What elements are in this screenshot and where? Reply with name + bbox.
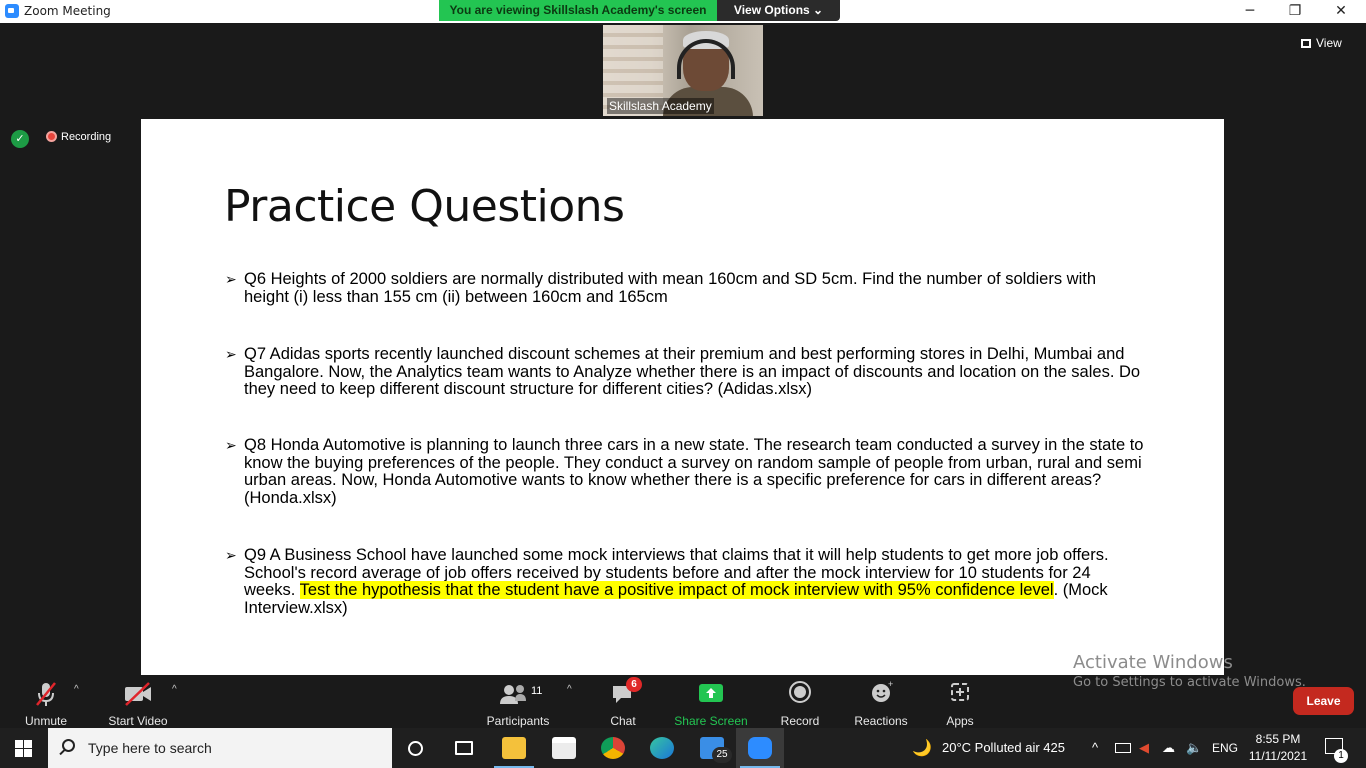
view-options-button[interactable]: View Options ⌄ [717, 0, 840, 21]
shared-screen-slide: Practice Questions ➢ Q6 Heights of 2000 … [141, 119, 1224, 675]
volume-icon[interactable]: 🔈 [1186, 740, 1202, 756]
audio-options-caret[interactable]: ^ [74, 684, 79, 695]
activate-subtitle: Go to Settings to activate Windows. [1073, 675, 1306, 690]
unmute-button[interactable]: Unmute [18, 680, 74, 728]
activate-windows-watermark: Activate Windows Go to Settings to activ… [1073, 652, 1306, 690]
arrow-bullet-icon: ➢ [225, 346, 237, 362]
record-button[interactable]: Record [778, 680, 822, 728]
folder-icon [502, 737, 526, 759]
question-text: Q8 Honda Automotive is planning to launc… [244, 436, 1144, 507]
edge-taskbar-item[interactable] [638, 728, 686, 768]
show-hidden-icons-chevron-icon[interactable]: ^ [1092, 740, 1098, 755]
recording-indicator[interactable]: Recording [46, 131, 111, 143]
question-text: Q9 A Business School have launched some … [244, 546, 1144, 617]
record-label: Record [780, 714, 820, 728]
language-indicator[interactable]: ENG [1212, 741, 1238, 755]
reactions-label: Reactions [854, 714, 908, 728]
apps-button[interactable]: Apps [940, 680, 980, 728]
slide-title: Practice Questions [224, 181, 625, 232]
video-off-icon [104, 680, 172, 708]
arrow-bullet-icon: ➢ [225, 547, 237, 563]
zoom-camera-icon [748, 737, 772, 759]
mail-taskbar-item[interactable]: 25 [688, 728, 736, 768]
chrome-icon [601, 737, 625, 759]
arrow-bullet-icon: ➢ [225, 437, 237, 453]
highlighted-text: Test the hypothesis that the student hav… [299, 581, 1054, 599]
view-label: View [1316, 36, 1342, 50]
chat-label: Chat [610, 714, 636, 728]
video-options-caret[interactable]: ^ [172, 684, 177, 695]
task-view-button[interactable] [440, 728, 488, 768]
restore-button[interactable]: ❐ [1272, 0, 1318, 23]
security-shield-icon[interactable]: ✓ [11, 130, 29, 148]
chat-bubble-icon: 6 [603, 677, 643, 708]
search-icon [62, 739, 75, 752]
viewing-screen-banner: You are viewing Skillslash Academy's scr… [439, 0, 717, 21]
file-explorer-taskbar-item[interactable] [490, 728, 538, 768]
unmute-label: Unmute [24, 714, 68, 728]
participant-video-thumbnail[interactable]: Skillslash Academy [603, 25, 763, 116]
muted-microphone-icon [18, 680, 74, 708]
participants-label: Participants [486, 714, 550, 728]
store-taskbar-item[interactable] [540, 728, 588, 768]
speaker-muted-icon[interactable]: ◀ [1139, 740, 1149, 756]
weather-text[interactable]: 20°C Polluted air 425 [942, 740, 1065, 755]
start-video-label: Start Video [108, 714, 168, 728]
edge-icon [650, 737, 674, 759]
participants-icon: 11 [484, 680, 552, 708]
task-view-icon [455, 741, 473, 755]
chrome-taskbar-item[interactable] [589, 728, 637, 768]
arrow-bullet-icon: ➢ [225, 271, 237, 287]
recording-dot-icon [46, 131, 57, 142]
leave-meeting-button[interactable]: Leave [1293, 687, 1354, 715]
cloud-icon[interactable]: ☁ [1162, 740, 1175, 756]
clock-date: 11/11/2021 [1248, 749, 1308, 763]
cortana-button[interactable] [392, 728, 440, 768]
zoom-taskbar-item[interactable] [736, 728, 784, 768]
cortana-circle-icon [408, 741, 423, 756]
smiley-icon: + [852, 679, 910, 708]
zoom-logo-icon [5, 4, 19, 18]
notification-count-badge: 1 [1334, 749, 1348, 763]
taskbar-search-box[interactable]: Type here to search [48, 728, 392, 768]
participants-count: 11 [531, 685, 542, 697]
store-bag-icon [552, 737, 576, 759]
recording-label: Recording [61, 131, 112, 143]
share-screen-label: Share Screen [674, 714, 748, 728]
participants-button[interactable]: 11 Participants [484, 680, 552, 728]
window-title: Zoom Meeting [24, 4, 111, 18]
share-screen-button[interactable]: Share Screen [674, 680, 748, 728]
activate-title: Activate Windows [1073, 652, 1233, 673]
battery-icon[interactable] [1115, 743, 1131, 753]
start-video-button[interactable]: Start Video [104, 680, 172, 728]
weather-moon-icon: 🌙 [912, 740, 932, 757]
reactions-button[interactable]: + Reactions [852, 679, 910, 728]
windows-taskbar: Type here to search 25 🌙 20°C Polluted a… [0, 728, 1366, 768]
clock-time: 8:55 PM [1255, 732, 1301, 746]
search-placeholder: Type here to search [88, 740, 212, 756]
participants-options-caret[interactable]: ^ [567, 684, 572, 695]
minimize-button[interactable]: ─ [1227, 0, 1273, 23]
share-screen-icon [674, 680, 748, 708]
apps-icon [940, 680, 980, 708]
svg-text:+: + [888, 680, 893, 689]
mail-badge: 25 [712, 747, 732, 763]
view-layout-button[interactable]: View [1301, 32, 1359, 54]
chat-unread-badge: 6 [626, 677, 642, 692]
chat-button[interactable]: 6 Chat [603, 677, 643, 728]
system-clock[interactable]: 8:55 PM 11/11/2021 [1242, 731, 1314, 765]
question-text: Q7 Adidas sports recently launched disco… [244, 345, 1141, 398]
close-button[interactable]: ✕ [1318, 0, 1364, 23]
participant-name-label: Skillslash Academy [607, 98, 714, 114]
apps-label: Apps [946, 714, 974, 728]
question-text: Q6 Heights of 2000 soldiers are normally… [244, 270, 1096, 306]
record-icon [778, 680, 822, 708]
windows-start-icon[interactable] [15, 740, 32, 757]
grid-view-icon [1301, 39, 1311, 48]
